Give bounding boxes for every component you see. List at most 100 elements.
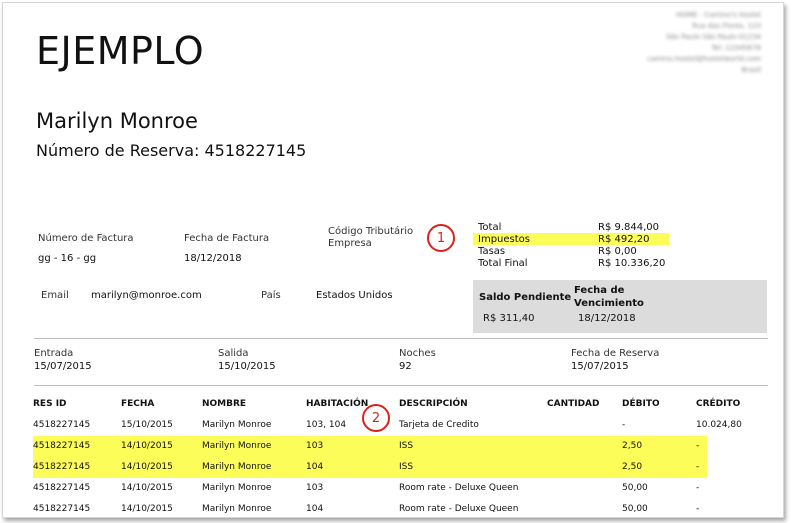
company-line: Tel: 12345678 [711, 44, 761, 52]
totals-row-highlighted: Impuestos R$ 492,20 [473, 233, 669, 245]
checkout-label: Salida [218, 348, 249, 359]
country-value: Estados Unidos [316, 290, 393, 301]
cell-credit: - [696, 441, 700, 451]
column-header-room: HABITACIÓN [306, 399, 369, 409]
company-line: HOME - Camino's Hostel [676, 11, 761, 19]
cell-date: 14/10/2015 [121, 504, 173, 514]
cell-description: ISS [399, 441, 414, 451]
tax-code-label-company: Empresa [328, 238, 372, 249]
cell-debit: 2,50 [622, 462, 643, 472]
cell-date: 14/10/2015 [121, 441, 173, 451]
company-address-block: HOME - Camino's Hostel Rua das Flores, 1… [561, 9, 761, 75]
country-label: País [261, 290, 281, 301]
column-header-quantity: CANTIDAD [547, 399, 600, 409]
cell-room: 104 [306, 504, 324, 514]
company-line: Brasil [741, 66, 761, 74]
balance-label: Saldo Pendiente [479, 292, 572, 303]
cell-debit: 50,00 [622, 504, 648, 514]
cell-description: ISS [399, 462, 414, 472]
column-header-description: DESCRIPCIÓN [399, 399, 468, 409]
totals-label: Total [478, 221, 502, 233]
cell-credit: 10.024,80 [696, 420, 742, 430]
due-date-label: Fecha de Vencimiento [574, 285, 644, 309]
cell-room: 104 [306, 462, 324, 472]
annotation-callout-2: 2 [362, 404, 390, 432]
cell-description: Tarjeta de Credito [399, 420, 479, 430]
cell-res-id: 4518227145 [33, 483, 91, 493]
checkin-label: Entrada [34, 348, 74, 359]
transactions-table: RES ID FECHA NOMBRE HABITACIÓN DESCRIPCI… [33, 394, 773, 517]
booking-date-value: 15/07/2015 [571, 361, 629, 372]
cell-res-id: 4518227145 [33, 420, 91, 430]
balance-value: R$ 311,40 [483, 313, 535, 324]
table-row-highlighted: 4518227145 14/10/2015 Marilyn Monroe 104… [33, 457, 707, 478]
totals-value: R$ 0,00 [598, 245, 637, 257]
cell-res-id: 4518227145 [33, 504, 91, 514]
totals-row: Total R$ 9.844,00 [473, 221, 669, 233]
totals-value: R$ 9.844,00 [598, 221, 660, 233]
cell-name: Marilyn Monroe [202, 462, 272, 472]
cell-room: 103 [306, 483, 324, 493]
cell-res-id: 4518227145 [33, 462, 91, 472]
nights-label: Noches [399, 348, 436, 359]
column-header-credit: CRÉDITO [696, 399, 741, 409]
cell-debit: - [622, 420, 626, 430]
cell-debit: 50,00 [622, 483, 648, 493]
column-header-debit: DÉBITO [622, 399, 660, 409]
cell-name: Marilyn Monroe [202, 483, 272, 493]
invoice-date-label: Fecha de Factura [184, 233, 270, 244]
nights-value: 92 [399, 361, 412, 372]
totals-label: Tasas [478, 245, 506, 257]
guest-name: Marilyn Monroe [36, 109, 198, 133]
annotation-callout-1: 1 [427, 224, 455, 252]
table-row: 4518227145 15/10/2015 Marilyn Monroe 103… [33, 415, 773, 436]
cell-debit: 2,50 [622, 441, 643, 451]
cell-res-id: 4518227145 [33, 441, 91, 451]
totals-row: Tasas R$ 0,00 [473, 245, 669, 257]
cell-date: 14/10/2015 [121, 483, 173, 493]
cell-description: Room rate - Deluxe Queen [399, 483, 519, 493]
booking-date-label: Fecha de Reserva [571, 348, 660, 359]
cell-credit: - [696, 504, 700, 514]
cell-name: Marilyn Monroe [202, 504, 272, 514]
totals-value: R$ 492,20 [598, 233, 650, 245]
invoice-page: EJEMPLO HOME - Camino's Hostel Rua das F… [2, 2, 784, 518]
cell-room: 103 [306, 441, 324, 451]
divider [34, 385, 768, 386]
column-header-res-id: RES ID [33, 399, 67, 409]
cell-room: 103, 104 [306, 420, 347, 430]
column-header-name: NOMBRE [202, 399, 247, 409]
totals-label: Total Final [478, 257, 528, 269]
table-row: 4518227145 14/10/2015 Marilyn Monroe 103… [33, 478, 773, 499]
cell-credit: - [696, 483, 700, 493]
table-row: 4518227145 14/10/2015 Marilyn Monroe 104… [33, 499, 773, 517]
email-value: marilyn@monroe.com [91, 290, 202, 301]
column-header-date: FECHA [121, 399, 155, 409]
cell-date: 14/10/2015 [121, 462, 173, 472]
totals-label: Impuestos [478, 233, 530, 245]
email-label: Email [41, 290, 69, 301]
company-line: Rua das Flores, 123 [692, 22, 761, 30]
company-line: São Paulo São Paulo 01234 [666, 33, 761, 41]
invoice-date-value: 18/12/2018 [184, 253, 242, 264]
company-line: camino.hostel@hostelworld.com [647, 55, 761, 63]
invoice-number-value: gg - 16 - gg [38, 253, 97, 264]
cell-description: Room rate - Deluxe Queen [399, 504, 519, 514]
due-date-value: 18/12/2018 [578, 313, 636, 324]
tax-code-label: Código Tributário [328, 226, 414, 237]
checkin-value: 15/07/2015 [34, 361, 92, 372]
totals-block: Total R$ 9.844,00 Impuestos R$ 492,20 Ta… [473, 221, 669, 269]
table-row-highlighted: 4518227145 14/10/2015 Marilyn Monroe 103… [33, 436, 707, 457]
table-header-row: RES ID FECHA NOMBRE HABITACIÓN DESCRIPCI… [33, 394, 773, 415]
cell-date: 15/10/2015 [121, 420, 173, 430]
cell-name: Marilyn Monroe [202, 420, 272, 430]
totals-value: R$ 10.336,20 [598, 257, 666, 269]
document-title: EJEMPLO [36, 29, 205, 73]
reservation-value: 4518227145 [204, 141, 307, 160]
pending-balance-panel: Saldo Pendiente R$ 311,40 Fecha de Venci… [473, 280, 767, 333]
reservation-label: Número de Reserva: [36, 141, 200, 160]
checkout-value: 15/10/2015 [218, 361, 276, 372]
cell-credit: - [696, 462, 700, 472]
totals-row: Total Final R$ 10.336,20 [473, 257, 669, 269]
cell-name: Marilyn Monroe [202, 441, 272, 451]
